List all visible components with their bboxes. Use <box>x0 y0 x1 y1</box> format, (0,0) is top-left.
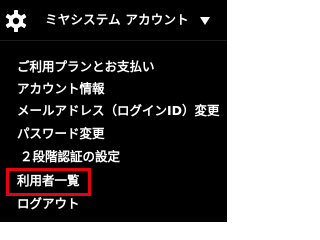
menu-item-two-factor-settings[interactable]: ２段階認証の設定 <box>20 147 120 167</box>
caret-down-icon <box>200 17 210 25</box>
menu-item-password-change[interactable]: パスワード変更 <box>17 124 105 144</box>
account-dropdown-panel: ミヤシステム アカウント ご利用プランとお支払い アカウント情報 メールアドレス… <box>0 0 227 222</box>
menu-item-email-change[interactable]: メールアドレス（ログインID）変更 <box>17 101 220 121</box>
account-name-label: ミヤシステム アカウント <box>45 12 189 27</box>
header-divider <box>0 40 227 41</box>
menu-item-user-list[interactable]: 利用者一覧 <box>17 171 80 191</box>
gear-icon <box>5 10 27 32</box>
menu-item-account-info[interactable]: アカウント情報 <box>17 79 105 99</box>
menu-item-logout[interactable]: ログアウト <box>17 194 80 214</box>
account-menu-toggle[interactable]: ミヤシステム アカウント <box>0 0 227 40</box>
menu-item-plan-billing[interactable]: ご利用プランとお支払い <box>17 57 155 77</box>
